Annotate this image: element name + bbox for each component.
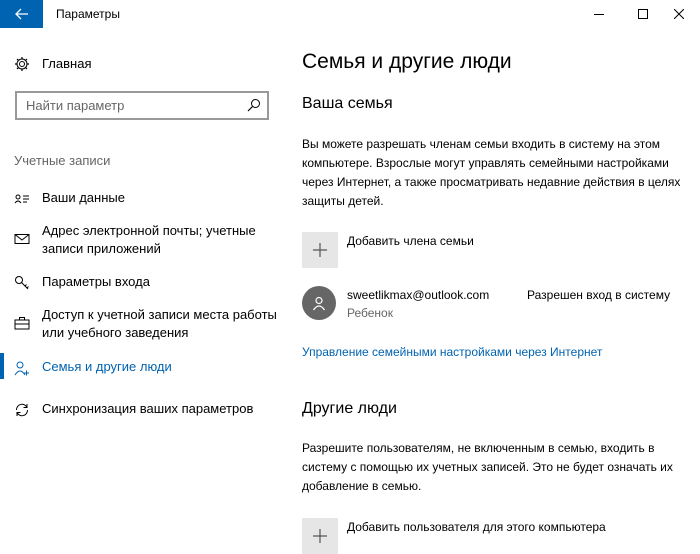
sidebar-item-home[interactable]: Главная [0, 50, 290, 78]
others-description: Разрешите пользователям, не включенным в… [302, 441, 673, 493]
plus-icon [313, 529, 327, 543]
back-button[interactable] [0, 0, 43, 28]
maximize-icon [638, 9, 648, 19]
main-content: Семья и другие люди Ваша семья Вы можете… [290, 28, 700, 554]
others-heading: Другие люди [302, 400, 397, 417]
member-role: Ребенок [347, 306, 393, 320]
avatar [302, 286, 336, 320]
gear-icon [15, 57, 29, 71]
add-user-label: Добавить пользователя для этого компьюте… [347, 520, 606, 534]
page-title: Семья и другие люди [302, 50, 512, 73]
briefcase-icon [14, 317, 30, 330]
minimize-icon [594, 14, 604, 15]
member-status: Разрешен вход в систему [527, 288, 671, 302]
back-arrow-icon [14, 8, 28, 20]
active-indicator [0, 353, 4, 379]
add-family-member-label: Добавить члена семьи [347, 234, 474, 248]
sidebar-item-label: Доступ к учетной записи места работы или… [42, 307, 277, 340]
family-heading: Ваша семья [302, 95, 393, 112]
sync-icon [15, 403, 29, 417]
add-family-member-button[interactable]: Добавить члена семьи [302, 232, 692, 268]
user-icon [313, 296, 325, 311]
search-placeholder: Найти параметр [26, 98, 125, 113]
add-tile [302, 232, 338, 268]
plus-icon [313, 243, 327, 257]
sidebar-item-label: Синхронизация ваших параметров [42, 401, 254, 416]
search-icon [247, 99, 260, 112]
family-member-row[interactable]: sweetlikmax@outlook.com Ребенок Разрешен… [302, 283, 697, 323]
close-icon [674, 9, 684, 19]
member-email: sweetlikmax@outlook.com [347, 288, 490, 302]
add-tile [302, 518, 338, 554]
sidebar-item-label: Семья и другие люди [42, 359, 172, 374]
person-card-icon [14, 194, 29, 204]
window-title: Параметры [56, 7, 120, 21]
mail-icon [14, 234, 30, 244]
close-button[interactable] [656, 0, 700, 28]
sidebar-item-label: Параметры входа [42, 274, 150, 289]
manage-family-link[interactable]: Управление семейными настройками через И… [302, 345, 602, 359]
minimize-button[interactable] [576, 0, 622, 28]
title-bar: Параметры [0, 0, 700, 28]
section-header: Учетные записи [14, 153, 111, 168]
sidebar: Главная Найти параметр Учетные записи Ва… [0, 28, 290, 554]
family-description: Вы можете разрешать членам семьи входить… [302, 137, 681, 208]
key-icon [15, 276, 29, 290]
search-input[interactable]: Найти параметр [15, 91, 269, 120]
sidebar-item-label: Адрес электронной почты; учетные записи … [42, 223, 256, 256]
sidebar-item-label: Ваши данные [42, 190, 125, 205]
family-icon [14, 361, 29, 376]
sidebar-item-label: Главная [42, 56, 92, 71]
add-user-button[interactable]: Добавить пользователя для этого компьюте… [302, 518, 692, 554]
